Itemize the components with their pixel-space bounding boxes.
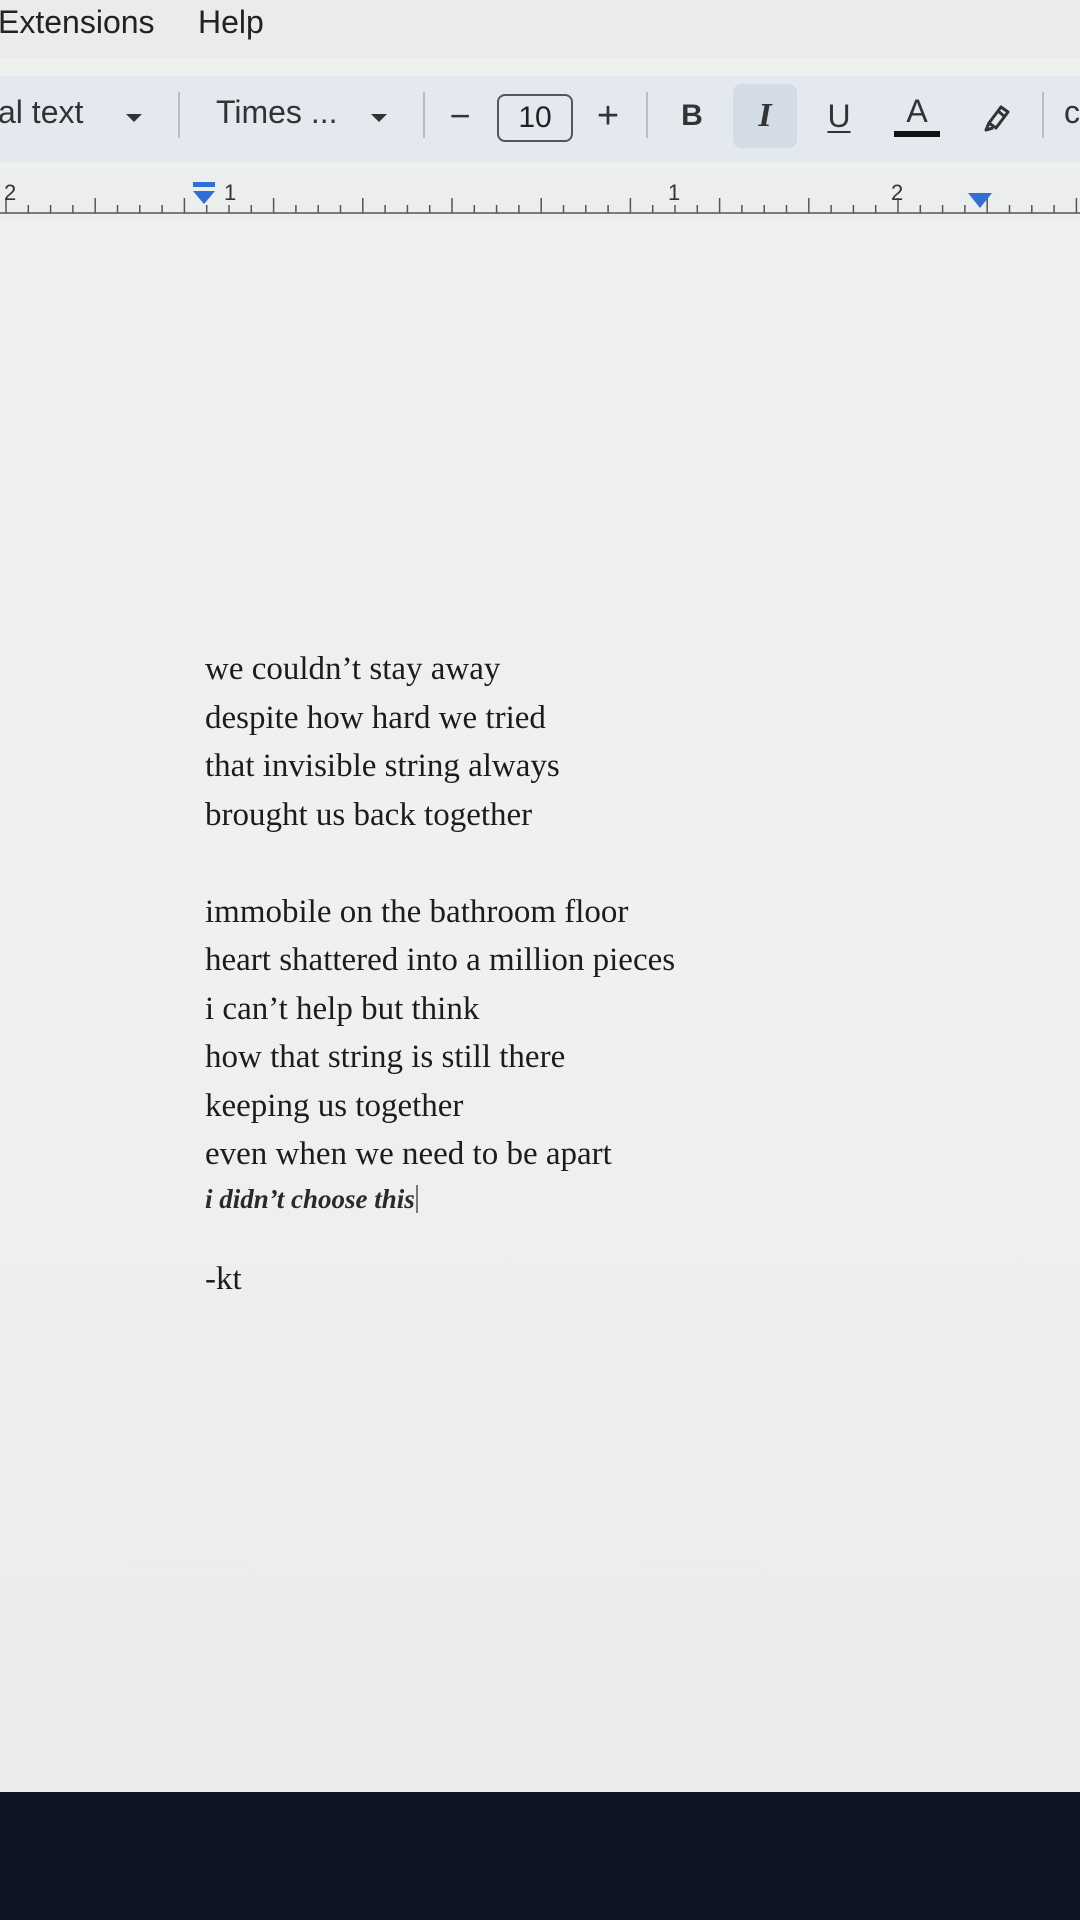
- chevron-down-icon: [371, 114, 387, 122]
- left-indent-marker-icon[interactable]: [190, 182, 218, 212]
- underline-icon: U: [827, 97, 851, 134]
- formatting-toolbar: al text Times ... − 10 + B I U A c: [0, 76, 1080, 162]
- text-color-icon: A: [906, 93, 928, 129]
- text-cursor: [415, 1184, 418, 1213]
- poem-line: how that string is still there: [205, 1039, 566, 1075]
- poem-line: immobile on the bathroom floor: [205, 893, 629, 930]
- toolbar-divider: [646, 92, 648, 138]
- poem-line: i can’t help but think: [205, 990, 480, 1027]
- increase-font-size-button[interactable]: +: [578, 84, 638, 148]
- italic-icon: I: [758, 97, 772, 134]
- plus-icon: +: [596, 94, 620, 137]
- font-family-label: Times ...: [216, 94, 338, 130]
- text-color-swatch: [894, 131, 940, 137]
- poem-line: that invisible string always: [205, 748, 560, 784]
- paragraph-style-label: al text: [0, 94, 84, 130]
- highlight-color-button[interactable]: [966, 84, 1030, 148]
- horizontal-ruler[interactable]: 2 1 1 2: [0, 170, 1080, 220]
- ruler-number: 2: [4, 180, 17, 205]
- document-body[interactable]: we couldn’t stay away despite how hard w…: [205, 645, 675, 1303]
- toolbar-divider: [178, 92, 180, 138]
- font-size-input[interactable]: 10: [497, 94, 573, 142]
- poem-line: despite how hard we tried: [205, 699, 546, 736]
- ruler-ticks: [0, 198, 1080, 214]
- screen-bottom-bezel: [0, 1792, 1080, 1920]
- poem-line: heart shattered into a million pieces: [205, 942, 676, 978]
- menu-extensions[interactable]: Extensions: [0, 4, 155, 41]
- poem-line: keeping us together: [205, 1087, 464, 1124]
- signature: -kt: [205, 1260, 242, 1297]
- text-color-button[interactable]: A: [885, 84, 949, 148]
- poem-line: brought us back together: [205, 796, 533, 833]
- bold-icon: B: [681, 99, 703, 132]
- chevron-down-icon: [126, 114, 142, 122]
- toolbar-divider: [423, 92, 425, 138]
- ruler-number: 1: [668, 180, 681, 205]
- menu-bar: Extensions Help: [0, 0, 1080, 58]
- highlighter-icon: [984, 105, 1010, 132]
- truncated-toolbar-item[interactable]: c: [1064, 94, 1080, 131]
- italic-poem-line: i didn’t choose this: [205, 1179, 675, 1219]
- document-page[interactable]: we couldn’t stay away despite how hard w…: [0, 220, 1080, 1792]
- stanza-2: immobile on the bathroom floor heart sha…: [205, 888, 675, 1179]
- font-size-value: 10: [518, 101, 552, 134]
- ruler-number: 2: [891, 180, 904, 205]
- decrease-font-size-button[interactable]: −: [430, 84, 490, 148]
- right-indent-marker-icon[interactable]: [966, 192, 994, 212]
- minus-icon: −: [449, 95, 471, 136]
- bold-button[interactable]: B: [660, 84, 724, 148]
- stanza-1: we couldn’t stay away despite how hard w…: [205, 645, 675, 839]
- toolbar-divider: [1042, 92, 1044, 138]
- poem-line: even when we need to be apart: [205, 1136, 612, 1172]
- poem-line: we couldn’t stay away: [205, 651, 501, 687]
- ruler-number: 1: [224, 180, 237, 205]
- italic-button[interactable]: I: [733, 84, 797, 148]
- menu-help[interactable]: Help: [198, 4, 264, 41]
- underline-button[interactable]: U: [807, 84, 871, 148]
- italic-line-text: i didn’t choose this: [205, 1183, 415, 1214]
